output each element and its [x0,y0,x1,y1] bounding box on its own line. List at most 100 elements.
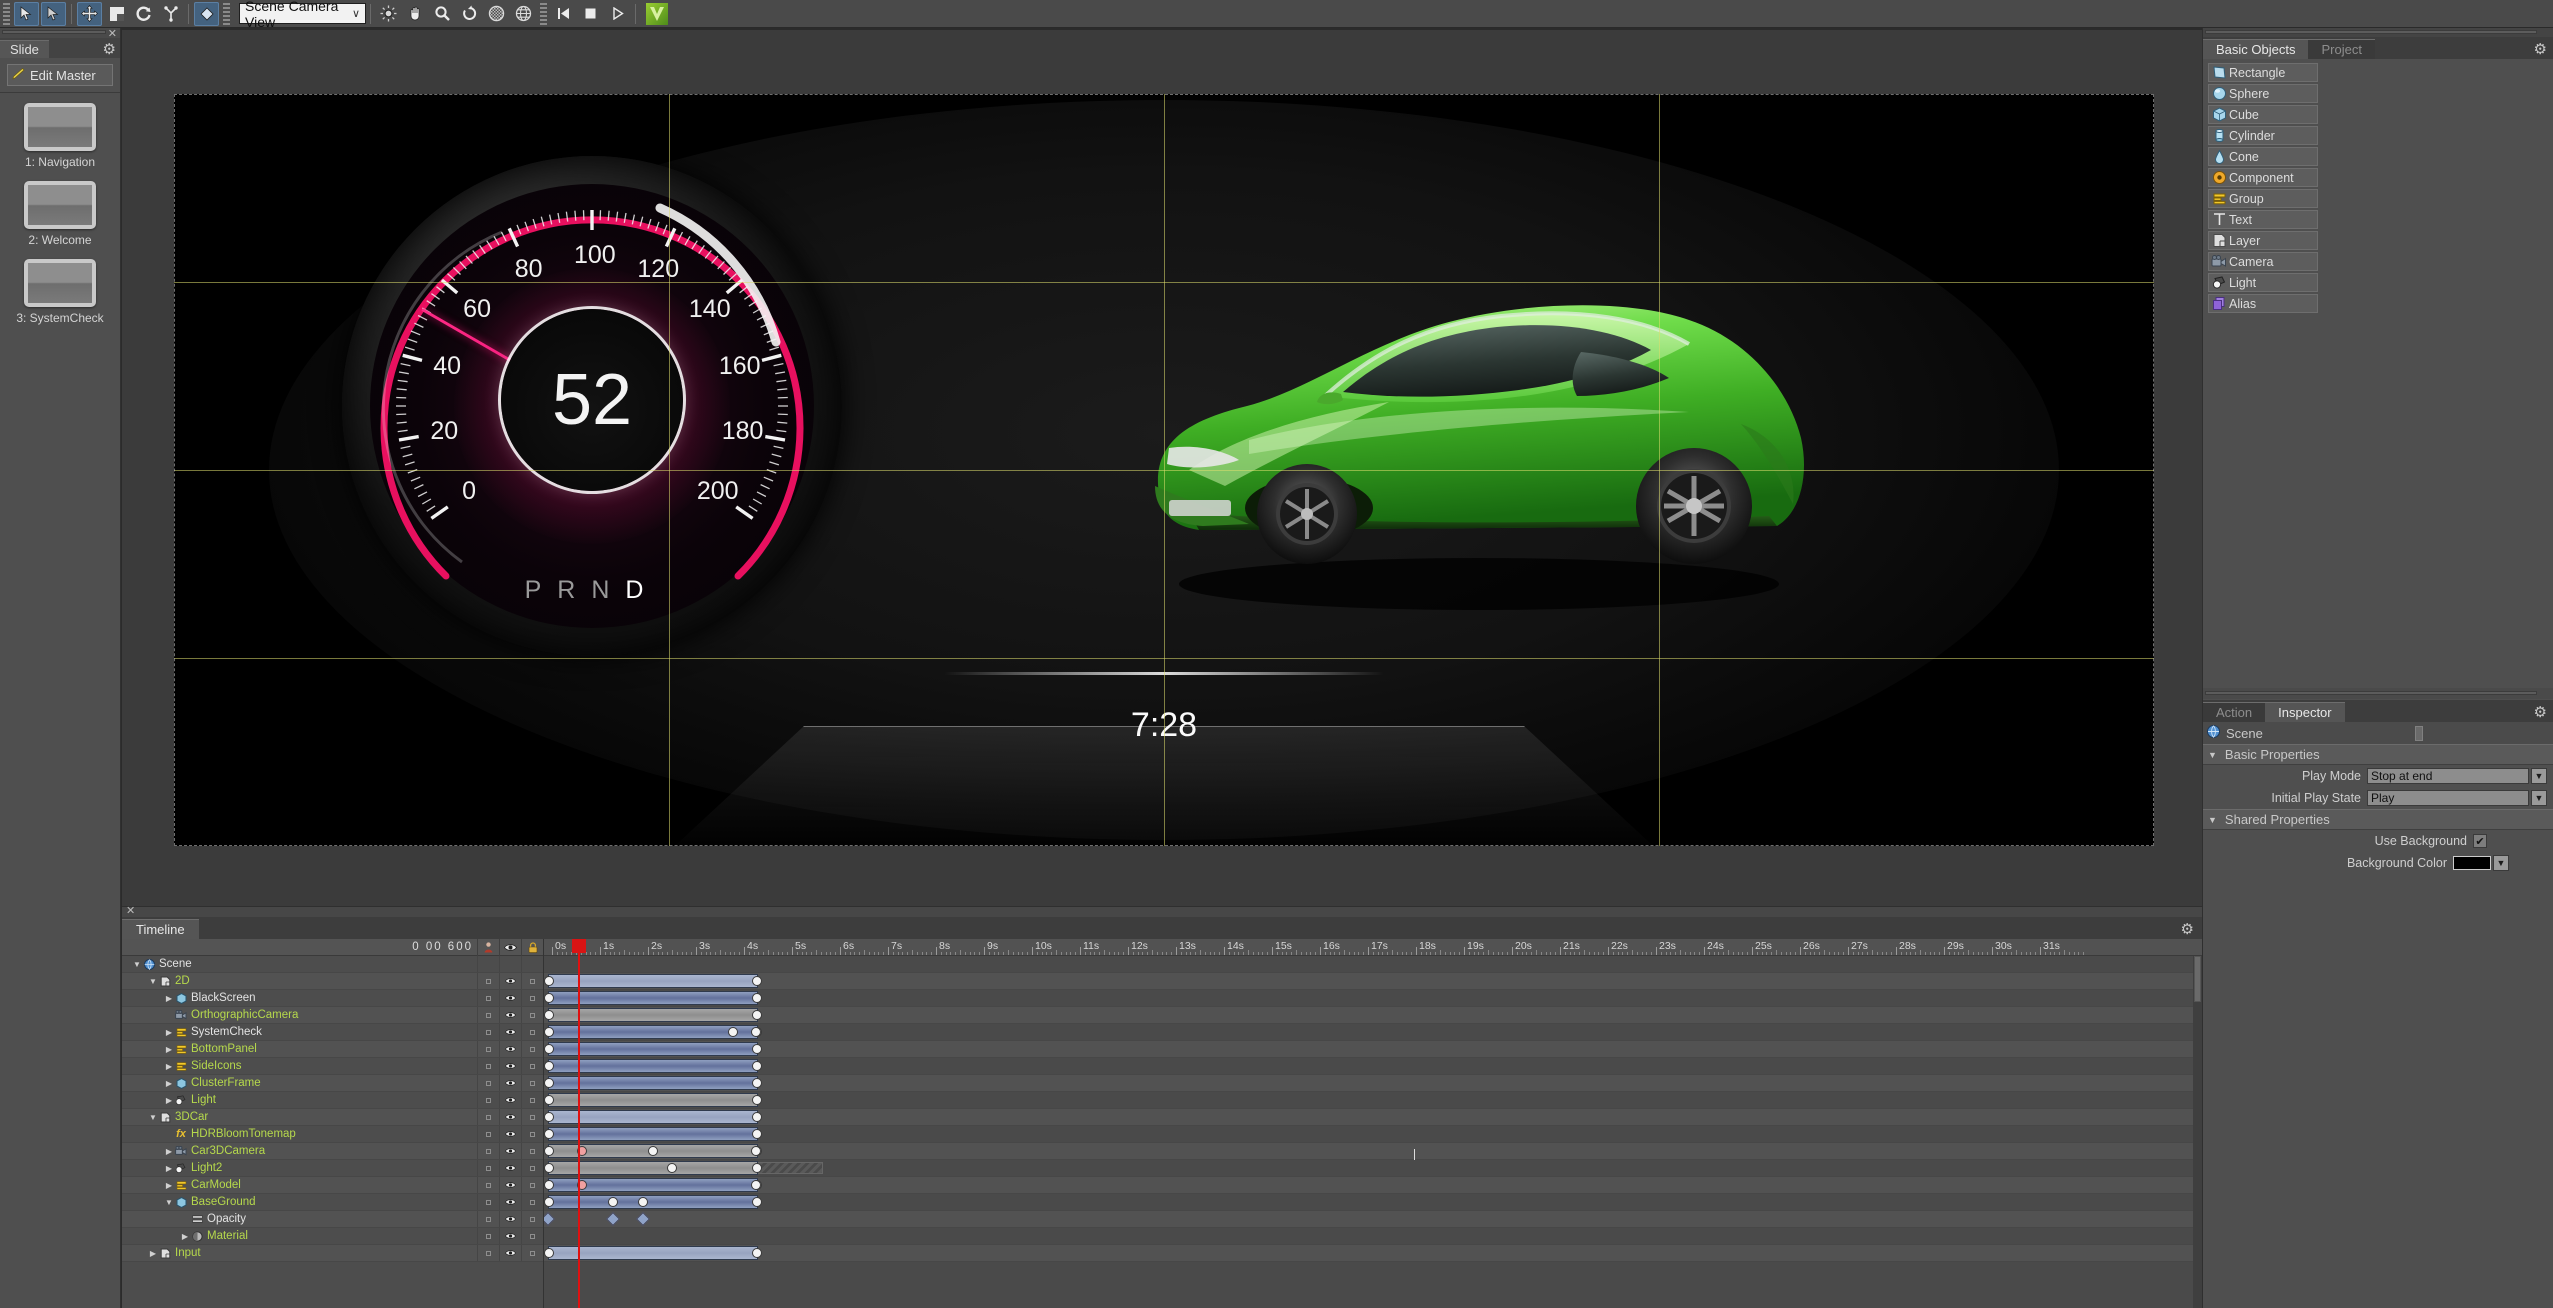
keyframe-end[interactable] [752,1163,762,1173]
timeline-track-baseground[interactable] [544,1194,2202,1211]
keyframe-marker[interactable] [637,1197,648,1207]
lock-toggle[interactable] [521,1058,543,1074]
lock-toggle[interactable] [521,1194,543,1210]
pan-hand-icon[interactable] [403,2,428,26]
shy-toggle[interactable] [477,973,499,989]
keyframe-start[interactable] [544,1146,554,1156]
visibility-toggle[interactable] [499,990,521,1006]
shy-toggle[interactable] [477,1194,499,1210]
play-button[interactable] [605,2,630,26]
keyframe-start[interactable] [544,1027,554,1037]
expand-toggle-icon[interactable] [180,1232,190,1241]
object-button-component[interactable]: Component [2208,168,2318,187]
shy-toggle[interactable] [477,1177,499,1193]
property-select[interactable]: Stop at end [2367,768,2529,784]
zoom-magnifier-icon[interactable] [430,2,455,26]
inspector-section-basic-properties[interactable]: Basic Properties [2203,744,2553,765]
timeline-row-input[interactable]: Input [122,1245,543,1262]
keyframe-start[interactable] [544,1163,554,1173]
timeline-row-sideicons[interactable]: SideIcons [122,1058,543,1075]
visibility-toggle[interactable] [499,1126,521,1142]
timeline-track-blackscreen[interactable] [544,990,2202,1007]
timeline-row-car3dcamera[interactable]: Car3DCamera [122,1143,543,1160]
color-swatch[interactable] [2453,856,2491,870]
object-button-text[interactable]: Text [2208,210,2318,229]
keyframe-diamond[interactable] [635,1211,650,1227]
shading-mode-icon[interactable] [484,2,509,26]
playhead[interactable] [572,939,586,1308]
timeline-ruler[interactable]: 0s 1s 2s 3s 4s 5s 6s 7s 8s 9s 10s 11s 12s 13s 14s 15s 16… [544,939,2202,956]
lock-toggle[interactable] [521,973,543,989]
reset-view-icon[interactable] [457,2,482,26]
expand-toggle-icon[interactable] [164,1079,174,1088]
lock-toggle[interactable] [521,1075,543,1091]
keyframe-end[interactable] [752,1248,762,1258]
timeline-track-light2[interactable] [544,1160,2202,1177]
property-checkbox[interactable]: ✔ [2473,834,2487,848]
visibility-toggle[interactable] [499,1007,521,1023]
visibility-toggle[interactable] [499,1177,521,1193]
edit-master-button[interactable]: Edit Master [7,64,113,86]
chevron-down-icon[interactable] [2208,750,2217,760]
slide-item-3[interactable]: 3: SystemCheck [0,259,120,325]
gear-icon[interactable]: ⚙ [2534,40,2547,58]
gear-icon[interactable]: ⚙ [2534,703,2547,721]
shy-toggle[interactable] [477,1092,499,1108]
timeline-track-input[interactable] [544,1245,2202,1262]
expand-toggle-icon[interactable] [164,1062,174,1071]
keyframe-start[interactable] [544,1197,554,1207]
timeline-track-scene[interactable] [544,956,2202,973]
timeline-row-light[interactable]: Light [122,1092,543,1109]
time-readout[interactable]: 0 00 600 [412,941,477,953]
keyframe-tool[interactable] [194,1,219,26]
keyframe-end[interactable] [752,1044,762,1054]
toolbar-drag-grip[interactable] [3,2,10,25]
chevron-down-icon[interactable] [2208,815,2217,825]
tab-action[interactable]: Action [2203,702,2266,722]
keyframe-marker[interactable] [750,1146,761,1156]
timeline-track-material[interactable] [544,1228,2202,1245]
tab-timeline[interactable]: Timeline [122,919,199,939]
timeline-track-area[interactable]: 0s 1s 2s 3s 4s 5s 6s 7s 8s 9s 10s 11s 12s 13s 14s 15s 16… [544,939,2202,1308]
keyframe-end[interactable] [752,993,762,1003]
timeline-row-material[interactable]: Material [122,1228,543,1245]
right-panel-scrollbar[interactable] [2205,30,2537,34]
toolbar-drag-grip-2[interactable] [223,2,230,25]
visibility-toggle[interactable] [499,1143,521,1159]
shy-toggle[interactable] [477,956,499,972]
shy-toggle[interactable] [477,990,499,1006]
object-button-light[interactable]: Light [2208,273,2318,292]
visibility-toggle[interactable] [499,1109,521,1125]
slide-thumbnail[interactable] [24,181,96,229]
timeline-track-car3dcamera[interactable] [544,1143,2202,1160]
object-button-sphere[interactable]: Sphere [2208,84,2318,103]
expand-toggle-icon[interactable] [148,977,158,986]
timeline-row-light2[interactable]: Light2 [122,1160,543,1177]
property-select[interactable]: Play [2367,790,2529,806]
keyframe-end[interactable] [752,976,762,986]
slide-item-1[interactable]: 1: Navigation [0,103,120,169]
stop-button[interactable] [578,2,603,26]
slide-item-2[interactable]: 2: Welcome [0,181,120,247]
timeline-row-clusterframe[interactable]: ClusterFrame [122,1075,543,1092]
rewind-to-start-button[interactable] [551,2,576,26]
lock-toggle[interactable] [521,1160,543,1176]
keyframe-start[interactable] [544,1010,554,1020]
visibility-toggle[interactable] [499,956,521,972]
timeline-keyframe-bars[interactable] [544,956,2202,1308]
shy-toggle[interactable] [477,1228,499,1244]
keyframe-end[interactable] [752,1129,762,1139]
lock-toggle[interactable] [521,1109,543,1125]
keyframe-end[interactable] [752,1078,762,1088]
expand-toggle-icon[interactable] [164,1096,174,1105]
inspector-section-shared-properties[interactable]: Shared Properties [2203,809,2553,830]
inspector-resize-handle[interactable] [2203,688,2553,699]
timeline-track-opacity[interactable] [544,1211,2202,1228]
keyframe-start[interactable] [544,1061,554,1071]
move-tool[interactable] [77,1,102,26]
chevron-down-icon[interactable]: ▼ [2531,790,2547,806]
gear-icon[interactable]: ⚙ [103,40,116,58]
chevron-down-icon[interactable]: ▼ [2493,855,2509,871]
lock-column-icon[interactable] [521,938,543,956]
timeline-row-carmodel[interactable]: CarModel [122,1177,543,1194]
